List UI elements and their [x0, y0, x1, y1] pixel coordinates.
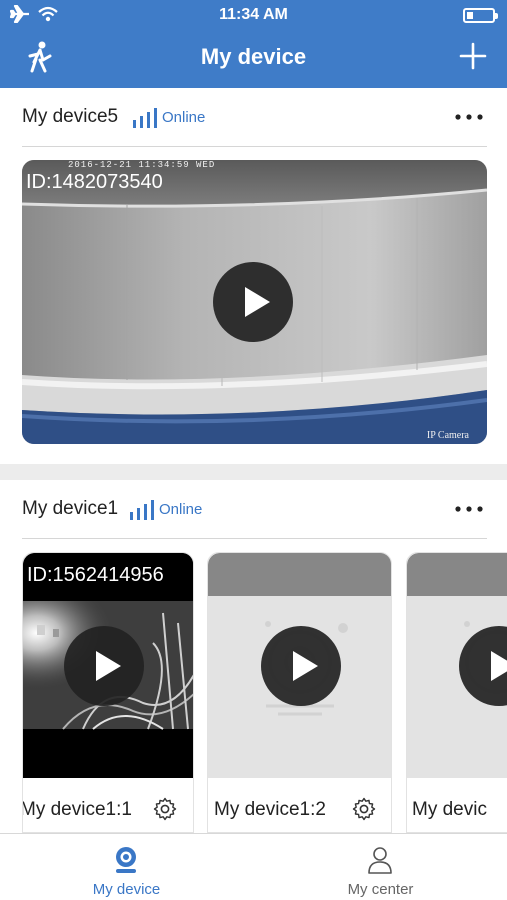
- person-icon: [368, 847, 392, 874]
- camera-id: ID:1482073540: [26, 171, 163, 193]
- device-name: My device1: [22, 498, 119, 519]
- channel-label: My devic: [412, 799, 487, 820]
- play-button[interactable]: [261, 626, 341, 706]
- tab-my-center[interactable]: My center: [254, 834, 507, 900]
- gear-icon[interactable]: [153, 797, 177, 821]
- battery-icon: [463, 8, 498, 23]
- status-bar: 11:34 AM: [0, 0, 507, 30]
- status-label: Online: [159, 501, 203, 518]
- tab-bar: My device My center: [0, 833, 507, 900]
- add-icon[interactable]: [459, 42, 487, 70]
- camera-preview[interactable]: [407, 553, 507, 778]
- camera-icon: [116, 847, 136, 873]
- preview-top-band: [208, 553, 391, 596]
- more-options-icon[interactable]: [455, 114, 483, 120]
- channel-tile[interactable]: My devic: [406, 552, 507, 833]
- camera-preview[interactable]: 2016-12-21 11:34:59 WED ID:1482073540 IP…: [22, 160, 487, 444]
- camera-id: ID:1562414956: [27, 564, 164, 586]
- tab-label: My device: [92, 881, 161, 898]
- channel-label: My device1:2: [214, 799, 326, 820]
- device-header: My device5 Online: [0, 88, 507, 146]
- camera-preview[interactable]: ID:1562414956: [23, 553, 193, 778]
- tab-label: My center: [347, 881, 414, 898]
- preview-top-band: [407, 553, 507, 596]
- app-header: 11:34 AM My device: [0, 0, 507, 88]
- screen: 11:34 AM My device My device5 Online 201…: [0, 0, 507, 900]
- device-name: My device5: [22, 106, 119, 127]
- device-card: My device5 Online 2016-12-21 11:34:59 WE…: [0, 88, 507, 464]
- more-options-icon[interactable]: [455, 506, 483, 512]
- signal-icon: [130, 500, 154, 520]
- play-button[interactable]: [213, 262, 293, 342]
- camera-watermark: IP Camera: [426, 430, 469, 441]
- channel-label: My device1:1: [22, 799, 132, 820]
- channel-tile[interactable]: My device1:2: [207, 552, 392, 833]
- camera-preview[interactable]: [208, 553, 391, 778]
- device-header: My device1 Online: [0, 480, 507, 538]
- play-button[interactable]: [64, 626, 144, 706]
- signal-icon: [133, 108, 157, 128]
- camera-timestamp: 2016-12-21 11:34:59 WED: [68, 160, 216, 170]
- device-card: My device1 Online ID:1562414956 My devic…: [0, 480, 507, 833]
- divider: [22, 146, 487, 147]
- page-title: My device: [200, 44, 307, 69]
- status-label: Online: [162, 109, 206, 126]
- channel-tile[interactable]: ID:1562414956 My device1:1: [22, 552, 194, 833]
- status-time: 11:34 AM: [219, 6, 288, 23]
- channel-list: ID:1562414956 My device1:1 My device1:2 …: [0, 552, 507, 833]
- divider: [22, 538, 487, 539]
- gear-icon[interactable]: [352, 797, 376, 821]
- tab-my-device[interactable]: My device: [0, 834, 253, 900]
